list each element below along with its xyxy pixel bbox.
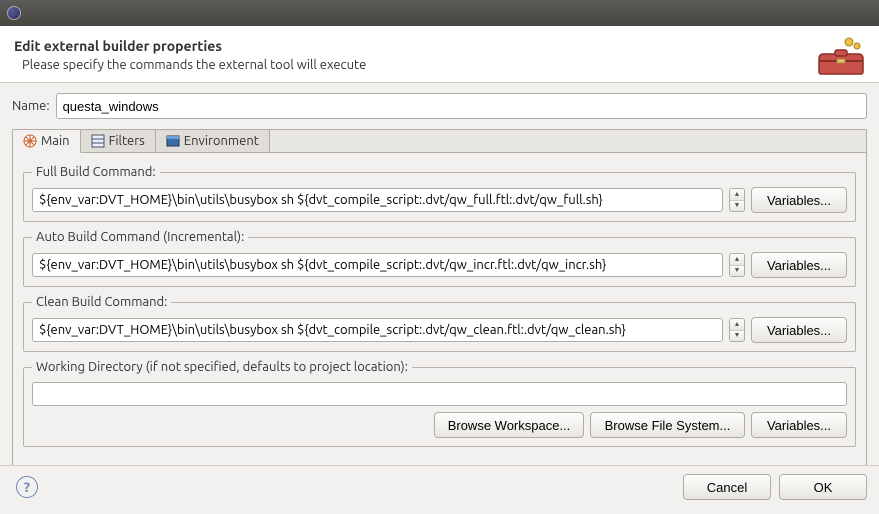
clean-build-legend: Clean Build Command: bbox=[32, 295, 171, 309]
browse-file-system-button[interactable]: Browse File System... bbox=[590, 412, 745, 438]
full-build-group: Full Build Command: ▲ ▼ Variables... bbox=[23, 165, 856, 222]
full-build-spinner[interactable]: ▲ ▼ bbox=[729, 188, 745, 212]
help-icon[interactable]: ? bbox=[16, 476, 38, 498]
clean-build-variables-button[interactable]: Variables... bbox=[751, 317, 847, 343]
auto-build-spinner[interactable]: ▲ ▼ bbox=[729, 253, 745, 277]
tab-filters[interactable]: Filters bbox=[81, 130, 156, 152]
tab-environment-label: Environment bbox=[184, 134, 259, 148]
window-titlebar bbox=[0, 0, 879, 26]
auto-build-variables-button[interactable]: Variables... bbox=[751, 252, 847, 278]
main-tab-icon bbox=[23, 134, 37, 148]
name-label: Name: bbox=[12, 99, 50, 113]
working-directory-legend: Working Directory (if not specified, def… bbox=[32, 360, 412, 374]
spinner-down-icon[interactable]: ▼ bbox=[730, 201, 744, 212]
clean-build-input[interactable] bbox=[32, 318, 723, 342]
name-input[interactable] bbox=[56, 93, 867, 119]
browse-workspace-button[interactable]: Browse Workspace... bbox=[434, 412, 584, 438]
ok-button[interactable]: OK bbox=[779, 474, 867, 500]
tab-main[interactable]: Main bbox=[13, 130, 81, 153]
name-row: Name: bbox=[12, 93, 867, 119]
tab-panel-main: Full Build Command: ▲ ▼ Variables... Aut… bbox=[13, 153, 866, 465]
spinner-down-icon[interactable]: ▼ bbox=[730, 266, 744, 277]
working-directory-variables-button[interactable]: Variables... bbox=[751, 412, 847, 438]
dialog-footer: ? Cancel OK bbox=[0, 465, 879, 514]
dialog-subtitle: Please specify the commands the external… bbox=[14, 58, 865, 72]
full-build-variables-button[interactable]: Variables... bbox=[751, 187, 847, 213]
auto-build-group: Auto Build Command (Incremental): ▲ ▼ Va… bbox=[23, 230, 856, 287]
eclipse-icon bbox=[6, 5, 22, 21]
spinner-up-icon[interactable]: ▲ bbox=[730, 254, 744, 266]
clean-build-group: Clean Build Command: ▲ ▼ Variables... bbox=[23, 295, 856, 352]
tab-filters-label: Filters bbox=[109, 134, 145, 148]
working-directory-group: Working Directory (if not specified, def… bbox=[23, 360, 856, 447]
tab-main-label: Main bbox=[41, 134, 70, 148]
environment-tab-icon bbox=[166, 134, 180, 148]
dialog-header: Edit external builder properties Please … bbox=[0, 26, 879, 83]
toolbox-icon bbox=[817, 36, 865, 79]
full-build-legend: Full Build Command: bbox=[32, 165, 160, 179]
cancel-button[interactable]: Cancel bbox=[683, 474, 771, 500]
tabs-container: Main Filters Environment Full Build Comm… bbox=[12, 129, 867, 466]
filters-tab-icon bbox=[91, 134, 105, 148]
auto-build-input[interactable] bbox=[32, 253, 723, 277]
dialog-title: Edit external builder properties bbox=[14, 38, 865, 54]
spinner-up-icon[interactable]: ▲ bbox=[730, 189, 744, 201]
clean-build-spinner[interactable]: ▲ ▼ bbox=[729, 318, 745, 342]
auto-build-legend: Auto Build Command (Incremental): bbox=[32, 230, 248, 244]
working-directory-input[interactable] bbox=[32, 382, 847, 406]
tab-environment[interactable]: Environment bbox=[156, 130, 270, 152]
dialog-content: Name: Main Filters Environment bbox=[0, 83, 879, 476]
tab-bar: Main Filters Environment bbox=[13, 130, 866, 153]
spinner-up-icon[interactable]: ▲ bbox=[730, 319, 744, 331]
full-build-input[interactable] bbox=[32, 188, 723, 212]
spinner-down-icon[interactable]: ▼ bbox=[730, 331, 744, 342]
